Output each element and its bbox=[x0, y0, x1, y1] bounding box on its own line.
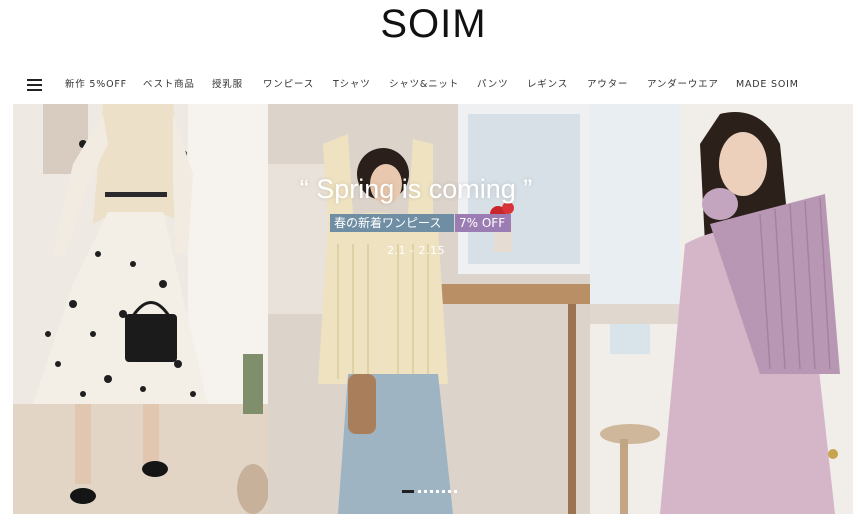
nav-item-nursing[interactable]: 授乳服 bbox=[212, 78, 243, 92]
lilac-dress-illustration bbox=[590, 104, 853, 514]
hamburger-menu-icon[interactable] bbox=[27, 79, 42, 91]
nav-item-onepiece[interactable]: ワンピース bbox=[263, 78, 314, 92]
nav-item-underwear[interactable]: アンダーウエア bbox=[647, 78, 719, 92]
nav-item-leggings[interactable]: レギンス bbox=[527, 78, 568, 92]
discount-badge: 7% OFF bbox=[455, 214, 511, 232]
banner-date-range: 2.1 - 2.15 bbox=[387, 244, 445, 257]
nav-item-shirt-knit[interactable]: シャツ&ニット bbox=[389, 78, 459, 92]
nav-item-tshirt[interactable]: Tシャツ bbox=[333, 78, 371, 92]
nav-item-new-sale[interactable]: 新作 5%OFF bbox=[65, 78, 127, 92]
nav-item-best[interactable]: ベスト商品 bbox=[143, 78, 195, 92]
carousel-dot[interactable] bbox=[454, 490, 457, 493]
main-navigation: 新作 5%OFF ベスト商品 授乳服 ワンピース Tシャツ シャツ&ニット パン… bbox=[0, 74, 867, 96]
banner-headline: “ Spring is coming ” bbox=[299, 174, 533, 204]
carousel-dot[interactable] bbox=[436, 490, 439, 493]
cardigan-illustration bbox=[268, 104, 590, 514]
carousel-dot[interactable] bbox=[448, 490, 451, 493]
banner-subtitle: 春の新着ワンピース bbox=[330, 214, 454, 232]
nav-item-pants[interactable]: パンツ bbox=[477, 78, 508, 92]
carousel-dot[interactable] bbox=[424, 490, 427, 493]
banner-image-floral-dress bbox=[13, 104, 268, 514]
hero-banner[interactable] bbox=[13, 104, 853, 514]
floral-dress-illustration bbox=[13, 104, 268, 514]
carousel-dot[interactable] bbox=[430, 490, 433, 493]
nav-item-made-soim[interactable]: MADE SOIM bbox=[736, 78, 799, 92]
carousel-dot[interactable] bbox=[418, 490, 421, 493]
banner-image-cardigan bbox=[268, 104, 590, 514]
brand-logo[interactable]: SOIM bbox=[0, 2, 867, 46]
carousel-dot[interactable] bbox=[442, 490, 445, 493]
nav-item-outer[interactable]: アウター bbox=[587, 78, 628, 92]
carousel-dot-active[interactable] bbox=[402, 490, 414, 493]
banner-image-lilac-dress bbox=[590, 104, 853, 514]
